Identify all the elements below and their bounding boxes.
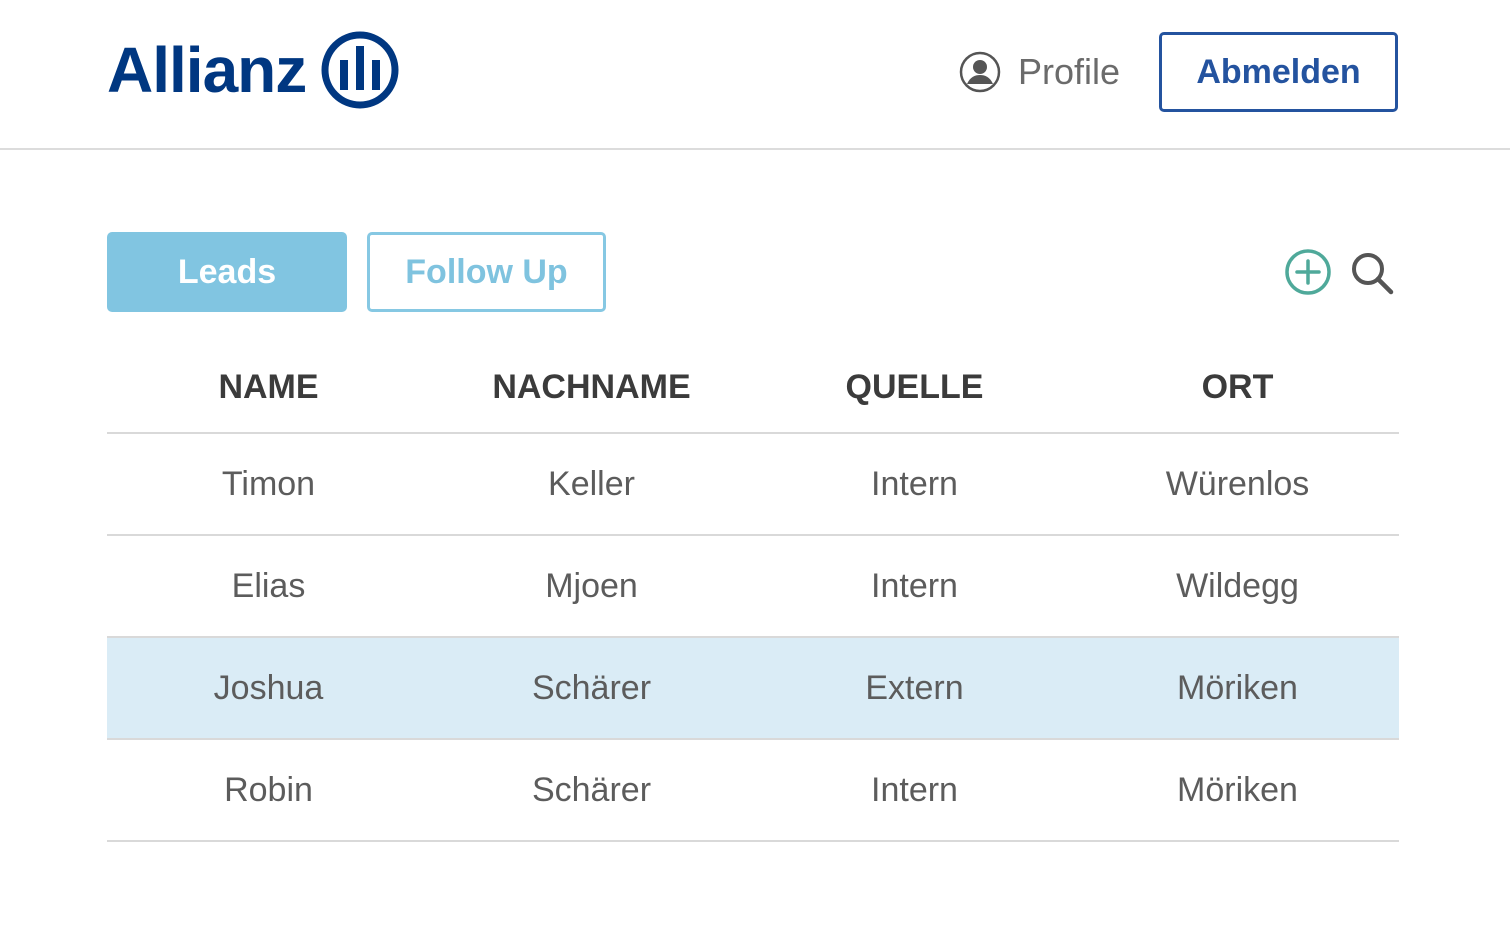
allianz-logo[interactable]: Allianz <box>107 30 400 110</box>
cell-name: Robin <box>224 770 313 809</box>
cell-nachname: Schärer <box>531 668 652 707</box>
cell-name: Timon <box>221 464 316 503</box>
column-header-nachname[interactable]: NACHNAME <box>430 342 753 432</box>
cell-ort: Wildegg <box>1176 566 1299 605</box>
cell-quelle: Intern <box>871 770 958 809</box>
profile-link[interactable]: Profile <box>958 50 1120 94</box>
user-circle-icon <box>959 51 1001 93</box>
table-row[interactable]: Robin Schärer Intern Möriken <box>107 740 1399 842</box>
top-header: Allianz Profile Abmelden <box>0 0 1510 150</box>
table-row[interactable]: Elias Mjoen Intern Wildegg <box>107 536 1399 638</box>
profile-label: Profile <box>1018 51 1121 92</box>
allianz-eagle-icon <box>321 31 399 109</box>
tab-leads[interactable]: Leads <box>107 232 347 312</box>
cell-quelle: Extern <box>865 668 964 707</box>
cell-quelle: Intern <box>871 566 958 605</box>
cell-name: Elias <box>231 566 306 605</box>
column-header-quelle[interactable]: QUELLE <box>753 342 1076 432</box>
logout-button[interactable]: Abmelden <box>1159 32 1398 112</box>
leads-table: NAME NACHNAME QUELLE ORT Timon Keller In… <box>107 342 1399 842</box>
cell-ort: Möriken <box>1177 668 1298 707</box>
cell-nachname: Schärer <box>531 770 652 809</box>
cell-ort: Möriken <box>1177 770 1298 809</box>
search-icon[interactable] <box>1349 250 1395 296</box>
table-row[interactable]: Timon Keller Intern Würenlos <box>107 434 1399 536</box>
column-header-name[interactable]: NAME <box>107 342 430 432</box>
tab-follow-up[interactable]: Follow Up <box>367 232 606 312</box>
cell-name: Joshua <box>213 668 324 707</box>
cell-nachname: Mjoen <box>545 566 638 605</box>
cell-nachname: Keller <box>548 464 635 503</box>
column-header-ort[interactable]: ORT <box>1076 342 1399 432</box>
cell-quelle: Intern <box>871 464 958 503</box>
logo-wordmark: Allianz <box>107 34 307 106</box>
cell-ort: Würenlos <box>1165 464 1310 503</box>
table-row-selected[interactable]: Joshua Schärer Extern Möriken <box>107 638 1399 740</box>
plus-circle-icon[interactable] <box>1284 248 1332 296</box>
table-header: NAME NACHNAME QUELLE ORT <box>107 342 1399 434</box>
